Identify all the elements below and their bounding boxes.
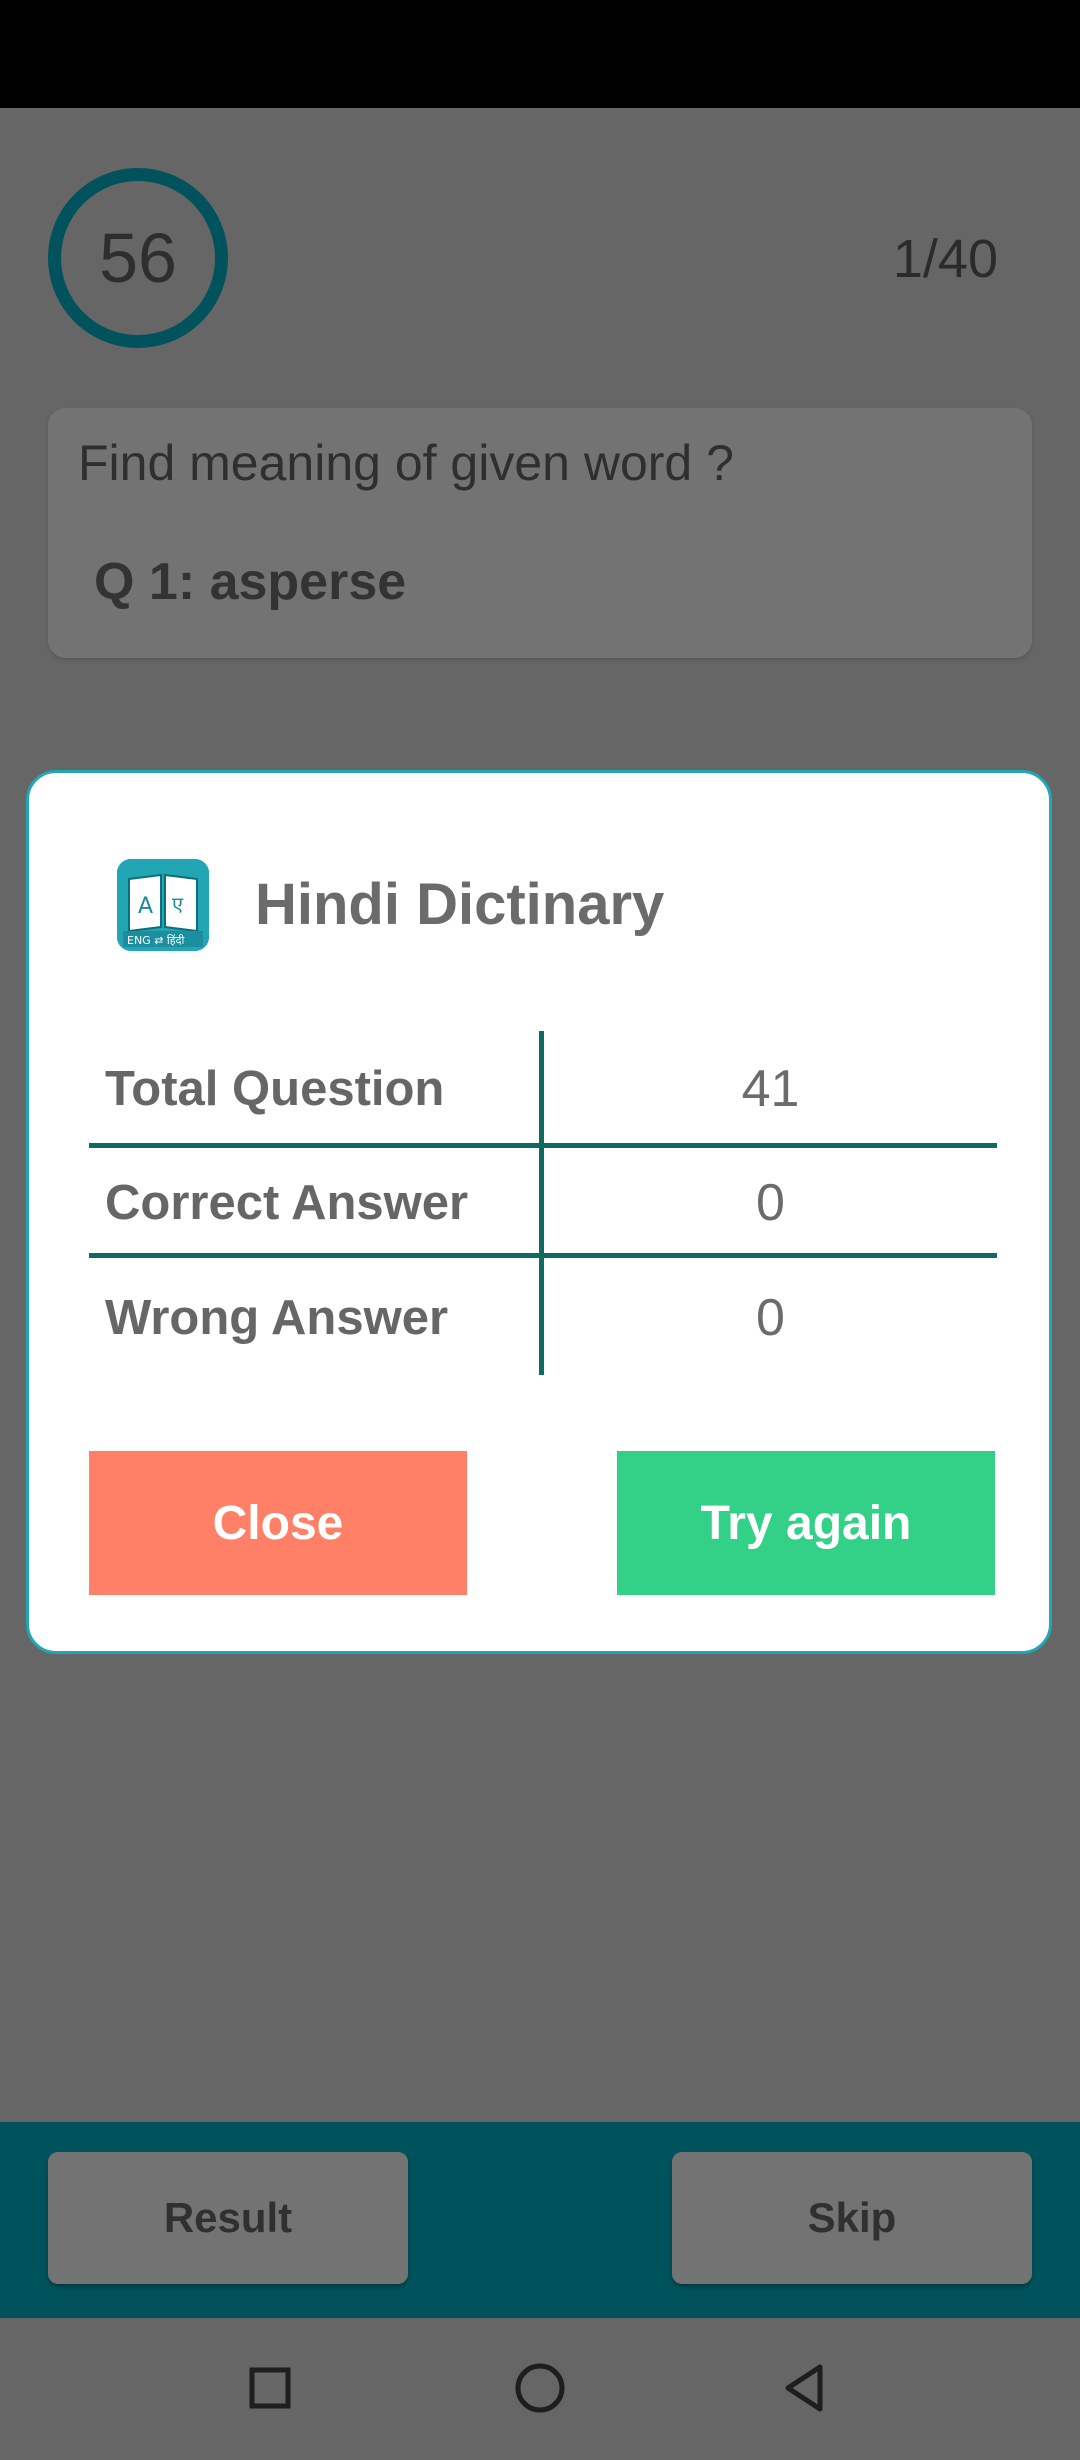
stats-table: Total Question 41 Correct Answer 0 Wrong… xyxy=(89,1031,997,1375)
status-bar xyxy=(0,0,1080,108)
question-card: Find meaning of given word ? Q 1: aspers… xyxy=(48,408,1032,658)
wrong-answer-value: 0 xyxy=(756,1289,785,1347)
skip-button[interactable]: Skip xyxy=(672,2152,1032,2284)
question-progress: 1/40 xyxy=(892,229,998,289)
table-divider xyxy=(89,1143,997,1148)
timer-value: 56 xyxy=(99,219,177,297)
countdown-timer: 56 xyxy=(48,168,228,348)
dialog-title: Hindi Dictinary xyxy=(255,872,665,937)
svg-text:ENG ⇄ हिंदी: ENG ⇄ हिंदी xyxy=(127,934,184,947)
total-question-value: 41 xyxy=(741,1060,800,1118)
system-nav-bar xyxy=(0,2318,1080,2460)
book-app-icon: A ए ENG ⇄ हिंदी xyxy=(117,859,209,951)
total-question-label: Total Question xyxy=(105,1062,445,1116)
question-prompt: Find meaning of given word ? xyxy=(78,435,734,491)
svg-text:ए: ए xyxy=(172,892,184,916)
svg-text:A: A xyxy=(138,894,153,919)
correct-answer-value: 0 xyxy=(756,1174,785,1232)
close-button[interactable]: Close xyxy=(89,1451,467,1595)
circle-icon[interactable] xyxy=(510,2358,570,2418)
bottom-action-bar: Result Skip xyxy=(0,2122,1080,2318)
result-dialog: A ए ENG ⇄ हिंदी Hindi Dictinary Total Qu… xyxy=(26,770,1052,1654)
result-button[interactable]: Result xyxy=(48,2152,408,2284)
try-again-button[interactable]: Try again xyxy=(617,1451,995,1595)
table-divider xyxy=(89,1253,997,1258)
correct-answer-label: Correct Answer xyxy=(105,1176,469,1230)
square-icon[interactable] xyxy=(240,2358,300,2418)
wrong-answer-label: Wrong Answer xyxy=(105,1291,449,1345)
triangle-back-icon[interactable] xyxy=(776,2358,836,2418)
question-word: Q 1: asperse xyxy=(94,553,407,611)
